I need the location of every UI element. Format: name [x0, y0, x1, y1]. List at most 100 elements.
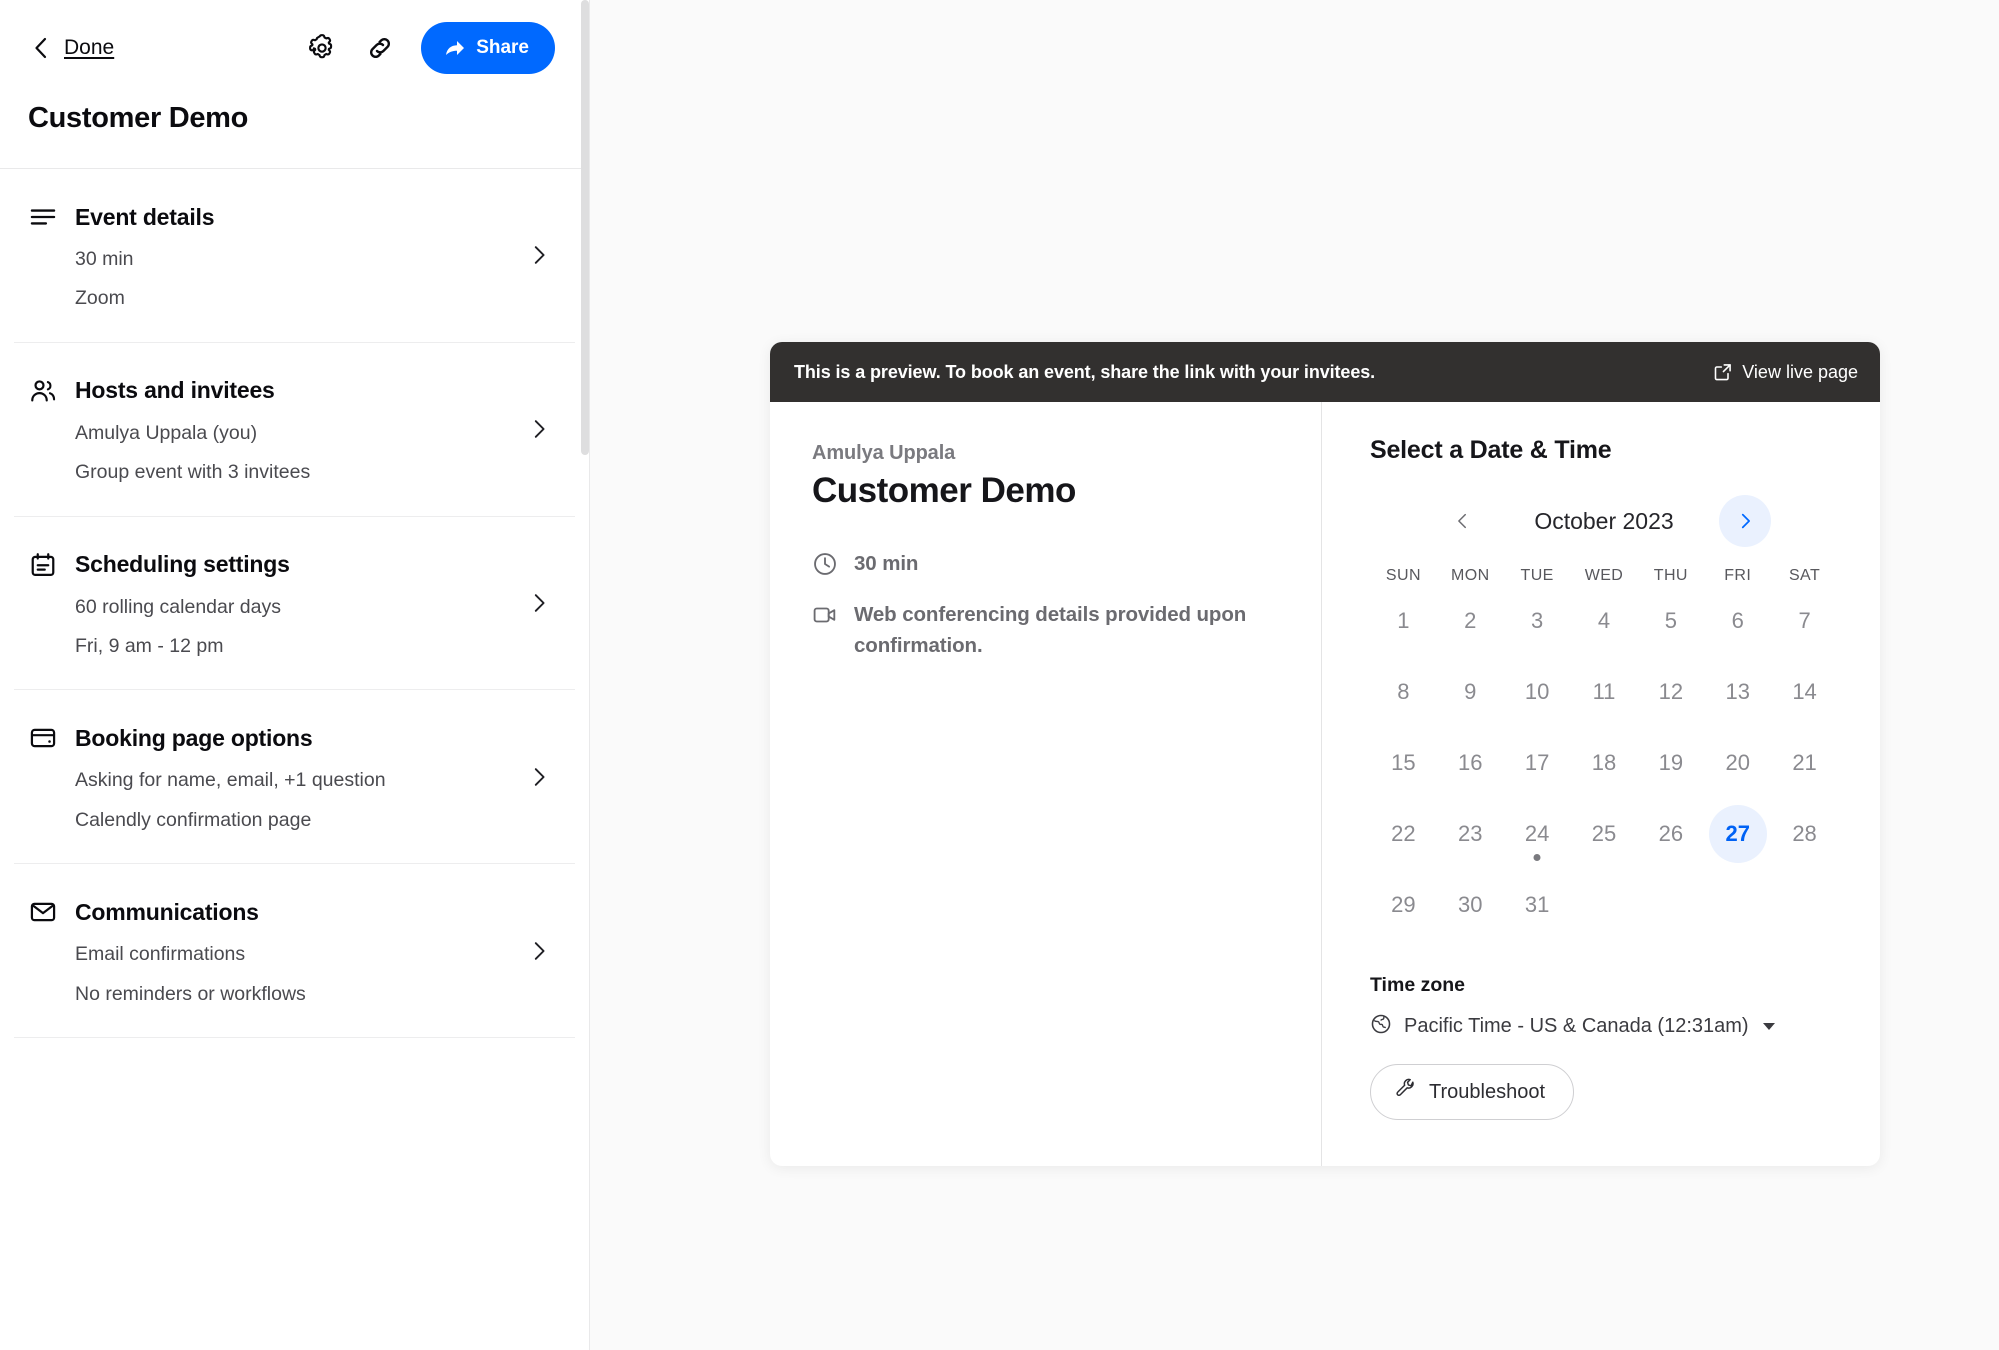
calendar-day-number: 27: [1708, 804, 1767, 863]
app-root: Done Share Customer Demo Event details 3…: [0, 0, 1999, 1350]
event-location-row: Web conferencing details provided upon c…: [812, 600, 1275, 662]
calendar-day-number: 7: [1798, 607, 1811, 633]
section-header: Communications: [28, 897, 525, 927]
card-icon: [28, 723, 58, 753]
calendar-day[interactable]: 30: [1437, 869, 1504, 940]
calendar-day[interactable]: 31: [1504, 869, 1571, 940]
calendar-day[interactable]: 28: [1771, 798, 1838, 869]
calendar-day[interactable]: 23: [1437, 798, 1504, 869]
calendar-day-number: 25: [1591, 820, 1617, 846]
calendar-day-number: 26: [1658, 820, 1684, 846]
sidebar-item-scheduling-settings[interactable]: Scheduling settings 60 rolling calendar …: [14, 517, 575, 691]
chevron-right-icon[interactable]: [525, 763, 553, 791]
calendar-day[interactable]: 19: [1637, 727, 1704, 798]
sidebar-scrollbar[interactable]: [581, 0, 589, 455]
calendar-day-number: 9: [1464, 678, 1477, 704]
preview-card-body: Amulya Uppala Customer Demo 30 min Web c…: [770, 402, 1880, 1166]
section-title: Communications: [75, 898, 259, 925]
share-button[interactable]: Share: [421, 22, 555, 74]
calendar-day[interactable]: 7: [1771, 585, 1838, 656]
event-location: Web conferencing details provided upon c…: [854, 602, 1247, 657]
calendar-day-number: 5: [1664, 607, 1677, 633]
calendar-day-number: 2: [1464, 607, 1477, 633]
calendar-icon: [28, 550, 58, 580]
sidebar-item-booking-page-options[interactable]: Booking page options Asking for name, em…: [14, 690, 575, 865]
troubleshoot-button[interactable]: Troubleshoot: [1370, 1064, 1574, 1120]
timezone-selector[interactable]: Pacific Time - US & Canada (12:31am): [1370, 1013, 1838, 1040]
calendar-weekday: THU: [1653, 567, 1688, 584]
calendar-weekday: WED: [1584, 567, 1624, 584]
section-line: Group event with 3 invitees: [75, 461, 311, 484]
troubleshoot-label: Troubleshoot: [1429, 1080, 1545, 1103]
calendar-day[interactable]: 26: [1637, 798, 1704, 869]
calendar-weekday: TUE: [1520, 567, 1554, 584]
calendar-day[interactable]: 1: [1370, 585, 1437, 656]
calendar-day-number: 1: [1397, 607, 1410, 633]
calendar-day[interactable]: 12: [1637, 656, 1704, 727]
section-header: Booking page options: [28, 723, 525, 753]
calendar-day[interactable]: 5: [1637, 585, 1704, 656]
calendar-day[interactable]: 11: [1571, 656, 1638, 727]
calendar-day[interactable]: 24: [1504, 798, 1571, 869]
calendar-weekday: SUN: [1385, 567, 1421, 584]
sidebar-topbar: Done Share: [0, 0, 589, 96]
calendar-pane: Select a Date & Time October 2023 SUN MO…: [1322, 402, 1880, 1166]
calendar-day[interactable]: 17: [1504, 727, 1571, 798]
section-line: 30 min: [75, 248, 134, 270]
page-title: Customer Demo: [28, 102, 249, 134]
calendar-weekday-header: SUN MON TUE WED THU FRI SAT: [1370, 567, 1838, 585]
next-month-button[interactable]: [1719, 495, 1771, 547]
back-chevron-icon[interactable]: [28, 35, 54, 61]
calendar-day-number: 19: [1658, 749, 1684, 775]
calendar-day-number: 16: [1458, 749, 1483, 775]
calendar-day-number: 18: [1591, 749, 1617, 775]
calendar-day-number: 14: [1792, 678, 1817, 704]
event-info-pane: Amulya Uppala Customer Demo 30 min Web c…: [770, 402, 1322, 1166]
calendar-day[interactable]: 15: [1370, 727, 1437, 798]
calendar-day[interactable]: 22: [1370, 798, 1437, 869]
event-editor-sidebar: Done Share Customer Demo Event details 3…: [0, 0, 590, 1350]
calendar-day[interactable]: 8: [1370, 656, 1437, 727]
video-camera-icon: [812, 602, 838, 628]
chevron-right-icon[interactable]: [525, 589, 553, 617]
view-live-page-link[interactable]: View live page: [1713, 362, 1858, 383]
calendar-day[interactable]: 3: [1504, 585, 1571, 656]
calendar-day[interactable]: 29: [1370, 869, 1437, 940]
calendar-day[interactable]: 25: [1571, 798, 1638, 869]
section-line: Fri, 9 am - 12 pm: [75, 634, 224, 657]
prev-month-button[interactable]: [1437, 495, 1489, 547]
sidebar-section-list: Event details 30 min Zoom Hosts and invi…: [0, 169, 589, 1038]
calendar-day-number: 12: [1658, 678, 1684, 704]
calendar-day[interactable]: 20: [1704, 727, 1771, 798]
calendar-day[interactable]: 9: [1437, 656, 1504, 727]
sidebar-item-communications[interactable]: Communications Email confirmations No re…: [14, 864, 575, 1038]
sidebar-item-hosts-and-invitees[interactable]: Hosts and invitees Amulya Uppala (you) G…: [14, 343, 575, 517]
calendar-day[interactable]: 14: [1771, 656, 1838, 727]
calendar-day[interactable]: 16: [1437, 727, 1504, 798]
chevron-right-icon[interactable]: [525, 415, 553, 443]
timezone-block: Time zone Pacific Time - US & Canada (12…: [1370, 974, 1838, 1120]
share-button-label: Share: [476, 37, 529, 58]
done-link[interactable]: Done: [64, 36, 114, 60]
chevron-right-icon[interactable]: [525, 241, 553, 269]
calendar-day[interactable]: 6: [1704, 585, 1771, 656]
calendar-nav: October 2023: [1370, 495, 1838, 547]
calendar-day-selected[interactable]: 27: [1704, 798, 1771, 869]
calendar-day-availability-dot: [1533, 854, 1541, 861]
calendar-day[interactable]: 21: [1771, 727, 1838, 798]
gear-icon[interactable]: [305, 31, 339, 65]
calendar-day[interactable]: 18: [1571, 727, 1638, 798]
external-link-icon: [1714, 364, 1732, 381]
calendar-day[interactable]: 10: [1504, 656, 1571, 727]
sidebar-item-event-details[interactable]: Event details 30 min Zoom: [14, 169, 575, 343]
link-icon[interactable]: [363, 31, 397, 65]
chevron-right-icon[interactable]: [525, 937, 553, 965]
calendar-day-number: 4: [1597, 607, 1611, 633]
section-title: Booking page options: [75, 724, 313, 751]
calendar-day-number: 3: [1531, 607, 1544, 633]
calendar-day-grid: 1 2 3 4 5 6 7 8 9 10 11 12 13 14 15 16 17 18 19 20 21 22 23 24 2…: [1370, 585, 1838, 940]
calendar-day[interactable]: 4: [1571, 585, 1638, 656]
calendar-day[interactable]: 2: [1437, 585, 1504, 656]
section-line: 60 rolling calendar days: [75, 595, 281, 618]
calendar-day[interactable]: 13: [1704, 656, 1771, 727]
